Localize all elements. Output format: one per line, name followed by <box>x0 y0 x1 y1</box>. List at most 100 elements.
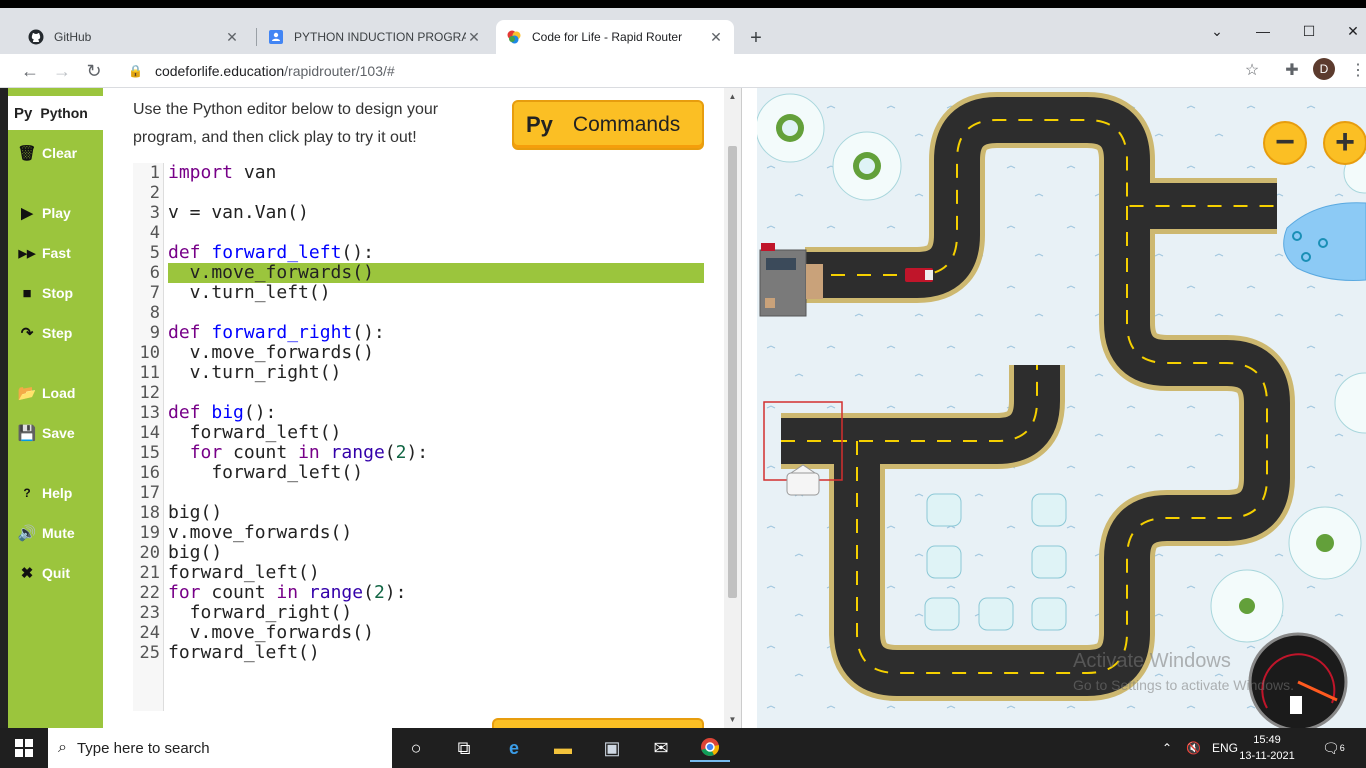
commands-prefix: Py <box>526 112 553 137</box>
save-icon: 💾 <box>17 425 37 442</box>
line-number: 17 <box>139 483 160 503</box>
clock-date: 13-11-2021 <box>1239 750 1295 762</box>
windows-start-button[interactable] <box>0 728 48 768</box>
save-button[interactable]: 💾 Save <box>14 420 104 446</box>
store-icon[interactable]: ▣ <box>592 734 632 762</box>
scroll-up-icon[interactable]: ▲ <box>724 92 741 101</box>
cortana-icon[interactable]: ○ <box>396 734 436 762</box>
scrollbar-thumb[interactable] <box>728 146 737 598</box>
python-code-editor[interactable]: 1 import van 2 3 v = van.Van() 4 5 def forward_… <box>133 163 704 711</box>
task-view-icon[interactable]: ⧉ <box>444 734 484 762</box>
extensions-icon[interactable]: ✚ <box>1280 60 1304 82</box>
windows-logo-icon <box>15 739 33 757</box>
line-number: 5 <box>149 243 160 263</box>
code-line[interactable]: 10 v.move_forwards() <box>133 343 704 364</box>
code-line[interactable]: 5 def forward_left(): <box>133 242 704 264</box>
edge-icon[interactable]: e <box>494 734 534 762</box>
volume-muted-icon[interactable]: 🔇 <box>1186 728 1201 768</box>
code-line[interactable]: 22 for count in range(2): <box>133 583 704 604</box>
code-line[interactable]: 11 v.turn_right() <box>133 362 704 384</box>
profile-avatar[interactable]: D <box>1313 58 1335 80</box>
code-line[interactable]: 2 <box>133 183 704 203</box>
menu-icon[interactable]: ⋮ <box>1346 60 1366 82</box>
doc-icon <box>268 29 284 45</box>
code-line[interactable]: 15 for count in range(2): <box>133 443 704 464</box>
code-text: v.turn_right() <box>168 362 342 383</box>
code-line[interactable]: 23 forward_right() <box>133 603 704 624</box>
tab-github[interactable]: GitHub ✕ <box>18 20 250 54</box>
panel-divider[interactable] <box>741 88 757 728</box>
code-line[interactable]: 21 forward_left() <box>133 563 704 584</box>
tab-rapid-router[interactable]: Code for Life - Rapid Router ✕ <box>496 20 734 54</box>
code-line[interactable]: 14 forward_left() <box>133 423 704 444</box>
quit-button[interactable]: ✖ Quit <box>14 560 104 586</box>
show-hidden-icons[interactable]: ⌃ <box>1162 728 1172 768</box>
back-icon[interactable]: ← <box>18 60 42 82</box>
code-line[interactable]: 8 <box>133 303 704 323</box>
line-number: 23 <box>139 603 160 623</box>
quit-label: Quit <box>42 565 70 581</box>
code-line[interactable]: 1 import van <box>133 163 704 184</box>
code-line[interactable]: 16 forward_left() <box>133 463 704 484</box>
code-text: def forward_left(): <box>168 242 374 263</box>
fast-button[interactable]: ▶▶ Fast <box>14 240 104 266</box>
mail-icon[interactable]: ✉ <box>641 734 681 762</box>
new-tab-button[interactable]: + <box>744 28 768 48</box>
forward-icon[interactable]: → <box>50 60 74 82</box>
tab-search-icon[interactable]: ⌄ <box>1194 20 1240 42</box>
play-button[interactable]: ▶ Play <box>14 200 104 226</box>
minimize-icon[interactable]: — <box>1240 20 1286 42</box>
tab-python[interactable]: Py Python <box>8 96 103 130</box>
reload-icon[interactable]: ↻ <box>82 60 106 82</box>
close-tab-icon[interactable]: ✕ <box>466 29 482 46</box>
code-line[interactable]: 24 v.move_forwards() <box>133 622 704 644</box>
zoom-out-button[interactable]: − <box>1263 121 1307 165</box>
zoom-in-button[interactable]: + <box>1323 121 1366 165</box>
step-label: Step <box>42 325 73 341</box>
code-text: v.move_forwards() <box>168 622 374 643</box>
bookmark-star-icon[interactable]: ☆ <box>1240 60 1264 82</box>
clear-button[interactable]: 🗑 Clear <box>14 140 104 166</box>
close-window-icon[interactable]: ✕ <box>1330 20 1366 42</box>
file-explorer-icon[interactable]: ▬ <box>543 734 583 762</box>
close-tab-icon[interactable]: ✕ <box>708 29 724 46</box>
line-number: 25 <box>139 643 160 663</box>
code-line[interactable]: 7 v.turn_left() <box>133 283 704 304</box>
windows-taskbar: ⌕ Type here to search ○ ⧉ e ▬ ▣ ✉ ⌃ 🔇 EN… <box>0 728 1366 768</box>
code-text: v.move_forwards() <box>168 522 353 543</box>
chrome-icon[interactable] <box>690 734 730 762</box>
notification-center-icon[interactable]: 🗨 6 <box>1322 728 1345 768</box>
system-clock[interactable]: 15:49 13-11-2021 <box>1232 732 1302 764</box>
mute-button[interactable]: 🔊 Mute <box>14 520 104 546</box>
code-line[interactable]: 18 big() <box>133 503 704 524</box>
address-bar[interactable]: 🔒 codeforlife.education/rapidrouter/103/… <box>118 56 1268 86</box>
tab-python-induction[interactable]: PYTHON INDUCTION PROGRAM ✕ <box>258 20 492 54</box>
code-line[interactable]: 12 <box>133 383 704 403</box>
notification-count: 6 <box>1339 743 1345 753</box>
maximize-icon[interactable]: ☐ <box>1286 20 1332 42</box>
code-line[interactable]: 9 def forward_right(): <box>133 323 704 344</box>
code-text: v.move_forwards() <box>168 263 704 283</box>
stop-button[interactable]: ■ Stop <box>14 280 104 306</box>
code-line[interactable]: 17 <box>133 483 704 503</box>
python-tab-prefix: Py <box>14 104 33 122</box>
mute-label: Mute <box>42 525 75 541</box>
code-line[interactable]: 20 big() <box>133 543 704 564</box>
editor-scrollbar[interactable]: ▲ ▼ <box>724 88 741 728</box>
taskbar-search-box[interactable]: ⌕ Type here to search <box>48 728 392 768</box>
step-button[interactable]: ↷ Step <box>14 320 104 346</box>
scroll-down-icon[interactable]: ▼ <box>724 715 741 724</box>
load-button[interactable]: 📂 Load <box>14 380 104 406</box>
code-line[interactable]: 6 v.move_forwards() <box>133 263 704 283</box>
close-tab-icon[interactable]: ✕ <box>224 29 240 46</box>
code-line[interactable]: 4 <box>133 223 704 243</box>
watermark-subtitle: Go to Settings to activate Windows. <box>1073 677 1294 693</box>
code-line[interactable]: 19 v.move_forwards() <box>133 522 704 544</box>
code-line[interactable]: 13 def big(): <box>133 403 704 424</box>
play-icon: ▶ <box>21 205 33 222</box>
help-button[interactable]: ? Help <box>14 480 104 506</box>
commands-button[interactable]: Py Commands <box>512 100 704 150</box>
code-line[interactable]: 25 forward_left() <box>133 643 704 664</box>
code-line[interactable]: 3 v = van.Van() <box>133 203 704 224</box>
tab-title: PYTHON INDUCTION PROGRAM <box>294 30 466 44</box>
